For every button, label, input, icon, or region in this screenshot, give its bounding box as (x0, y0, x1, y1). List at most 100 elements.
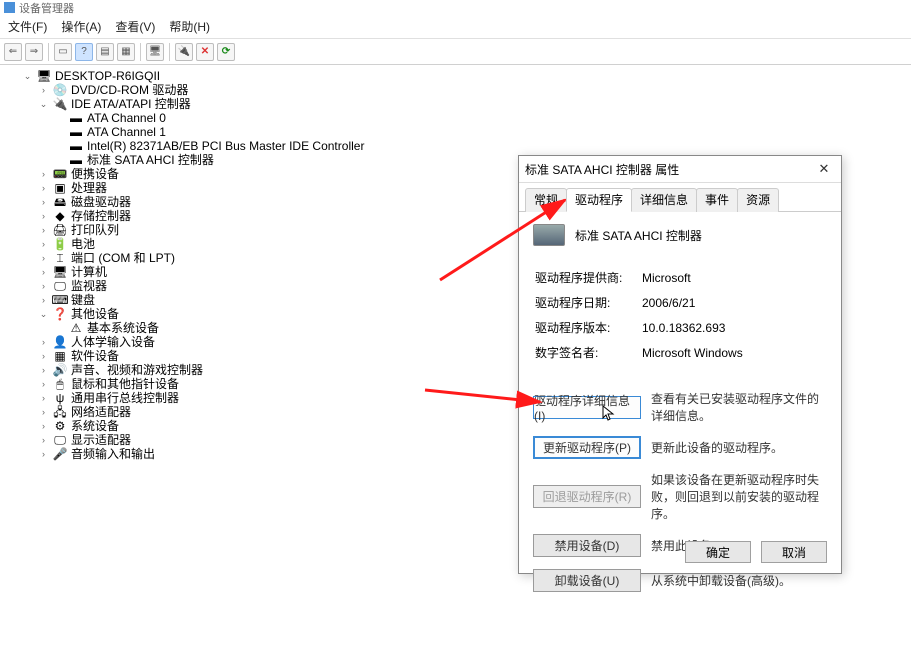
tree-item-sata[interactable]: 标准 SATA AHCI 控制器 (87, 153, 214, 167)
cancel-button[interactable]: 取消 (761, 541, 827, 563)
menu-view[interactable]: 查看(V) (109, 16, 161, 37)
uninstall-device-desc: 从系统中卸载设备(高级)。 (651, 572, 827, 589)
hid-icon: 👤 (53, 336, 67, 349)
toggle-icon[interactable]: ⌄ (22, 69, 33, 83)
tab-general[interactable]: 常规 (525, 188, 567, 212)
toggle-icon[interactable]: › (38, 335, 49, 349)
toggle-icon[interactable]: › (38, 447, 49, 461)
toggle-icon[interactable]: › (38, 251, 49, 265)
tree-item-usb[interactable]: 通用串行总线控制器 (71, 391, 179, 405)
tree-root[interactable]: DESKTOP-R6IGQII (55, 69, 160, 83)
portable-icon: 📟 (53, 168, 67, 181)
tree-item-ports[interactable]: 端口 (COM 和 LPT) (71, 251, 175, 265)
properties-dialog: 标准 SATA AHCI 控制器 属性 ✕ 常规 驱动程序 详细信息 事件 资源… (518, 155, 842, 574)
app-icon (4, 2, 15, 13)
rollback-driver-desc: 如果该设备在更新驱动程序时失败，则回退到以前安装的驱动程序。 (651, 471, 827, 522)
toggle-icon[interactable]: › (38, 237, 49, 251)
toggle-icon[interactable]: › (38, 377, 49, 391)
menu-file[interactable]: 文件(F) (2, 16, 53, 37)
toggle-icon[interactable]: › (38, 293, 49, 307)
disk-icon: 🖴 (53, 196, 67, 209)
mouse-icon: 🖱 (53, 378, 67, 391)
toolbar-computer-icon[interactable]: 🖥 (146, 43, 164, 61)
tree-item-ata1[interactable]: ATA Channel 1 (87, 125, 166, 139)
tab-details[interactable]: 详细信息 (631, 188, 697, 212)
toggle-icon[interactable]: › (38, 223, 49, 237)
toolbar-forward-icon[interactable]: ⇒ (25, 43, 43, 61)
toggle-icon[interactable]: ⌄ (38, 307, 49, 321)
dialog-tabs: 常规 驱动程序 详细信息 事件 资源 (519, 183, 841, 212)
audio-icon: 🎤 (53, 448, 67, 461)
tree-item-disk[interactable]: 磁盘驱动器 (71, 195, 131, 209)
toggle-icon[interactable]: › (38, 279, 49, 293)
tree-item-network[interactable]: 网络适配器 (71, 405, 131, 419)
label-version: 驱动程序版本: (535, 316, 640, 339)
driver-details-button[interactable]: 驱动程序详细信息(I) (533, 396, 641, 419)
device-name: 标准 SATA AHCI 控制器 (575, 227, 702, 244)
value-version: 10.0.18362.693 (642, 316, 825, 339)
window-title: 设备管理器 (19, 0, 74, 16)
tree-item-storage[interactable]: 存储控制器 (71, 209, 131, 223)
tree-item-ide[interactable]: IDE ATA/ATAPI 控制器 (71, 97, 191, 111)
toggle-icon[interactable]: › (38, 419, 49, 433)
toggle-icon[interactable]: ⌄ (38, 97, 49, 111)
computer-icon: 🖥 (37, 70, 51, 83)
tree-item-sound[interactable]: 声音、视频和游戏控制器 (71, 363, 203, 377)
toggle-icon[interactable]: › (38, 83, 49, 97)
menu-action[interactable]: 操作(A) (55, 16, 107, 37)
tree-item-cpu[interactable]: 处理器 (71, 181, 107, 195)
update-driver-button[interactable]: 更新驱动程序(P) (533, 436, 641, 459)
toggle-icon[interactable]: › (38, 433, 49, 447)
menu-bar: 文件(F) 操作(A) 查看(V) 帮助(H) (0, 15, 911, 39)
tree-item-portable[interactable]: 便携设备 (71, 167, 119, 181)
tab-resources[interactable]: 资源 (737, 188, 779, 212)
menu-help[interactable]: 帮助(H) (163, 16, 216, 37)
close-icon[interactable]: ✕ (813, 160, 835, 178)
label-signer: 数字签名者: (535, 341, 640, 364)
tab-events[interactable]: 事件 (696, 188, 738, 212)
tree-item-other[interactable]: 其他设备 (71, 307, 119, 321)
tree-item-keyboard[interactable]: 键盘 (71, 293, 95, 307)
tree-item-computer[interactable]: 计算机 (71, 265, 107, 279)
toggle-icon[interactable]: › (38, 349, 49, 363)
toolbar-refresh-icon[interactable]: ⟳ (217, 43, 235, 61)
tree-item-mouse[interactable]: 鼠标和其他指针设备 (71, 377, 179, 391)
toggle-icon[interactable]: › (38, 195, 49, 209)
toggle-icon[interactable]: › (38, 363, 49, 377)
tab-driver[interactable]: 驱动程序 (566, 188, 632, 212)
uninstall-device-button[interactable]: 卸载设备(U) (533, 569, 641, 592)
drive-icon: ▬ (69, 112, 83, 125)
tree-item-audio[interactable]: 音频输入和输出 (71, 447, 155, 461)
toolbar-back-icon[interactable]: ⇐ (4, 43, 22, 61)
toggle-icon[interactable]: › (38, 181, 49, 195)
device-image-icon (533, 224, 565, 246)
toolbar-scan-icon[interactable]: 🔌 (175, 43, 193, 61)
toolbar-grid-icon[interactable]: ▦ (117, 43, 135, 61)
toolbar-help-icon[interactable]: ? (75, 43, 93, 61)
tree-item-display[interactable]: 显示适配器 (71, 433, 131, 447)
disable-device-button[interactable]: 禁用设备(D) (533, 534, 641, 557)
tree-item-sysdev[interactable]: 系统设备 (71, 419, 119, 433)
toolbar-view-icon[interactable]: ▭ (54, 43, 72, 61)
tree-item-hid[interactable]: 人体学输入设备 (71, 335, 155, 349)
toggle-icon[interactable]: › (38, 391, 49, 405)
software-icon: ▦ (53, 350, 67, 363)
tree-item-intel[interactable]: Intel(R) 82371AB/EB PCI Bus Master IDE C… (87, 139, 364, 153)
toggle-icon[interactable]: › (38, 167, 49, 181)
tree-item-ata0[interactable]: ATA Channel 0 (87, 111, 166, 125)
ok-button[interactable]: 确定 (685, 541, 751, 563)
storage-icon: ◆ (53, 210, 67, 223)
tree-item-software[interactable]: 软件设备 (71, 349, 119, 363)
tree-item-battery[interactable]: 电池 (71, 237, 95, 251)
tree-item-printq[interactable]: 打印队列 (71, 223, 119, 237)
toggle-icon[interactable]: › (38, 265, 49, 279)
tree-item-basesys[interactable]: 基本系统设备 (87, 321, 159, 335)
drive-icon: ▬ (69, 140, 83, 153)
toolbar-prop-icon[interactable]: ▤ (96, 43, 114, 61)
tree-item-dvd[interactable]: DVD/CD-ROM 驱动器 (71, 83, 188, 97)
value-provider: Microsoft (642, 266, 825, 289)
tree-item-monitor[interactable]: 监视器 (71, 279, 107, 293)
toggle-icon[interactable]: › (38, 209, 49, 223)
toolbar-remove-icon[interactable]: ✕ (196, 43, 214, 61)
toggle-icon[interactable]: › (38, 405, 49, 419)
